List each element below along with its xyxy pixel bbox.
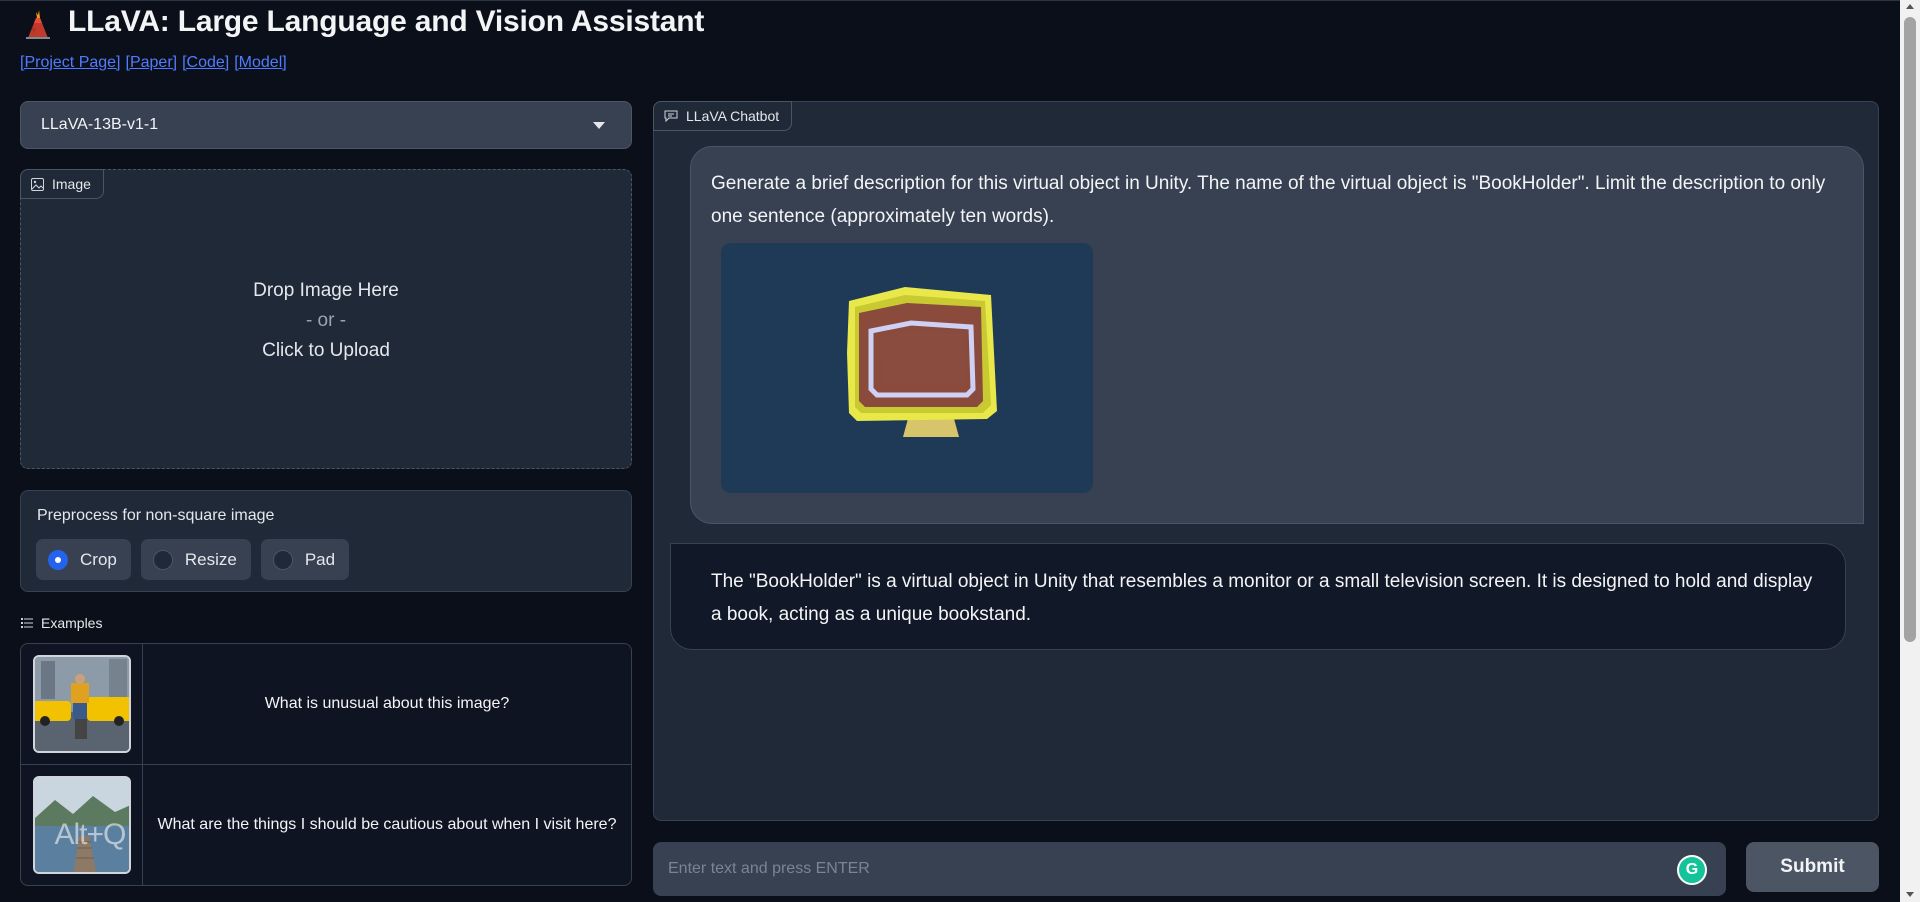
example-thumb-cell [21, 644, 143, 764]
example-thumbnail [32, 655, 131, 753]
example-text: What is unusual about this image? [264, 695, 510, 712]
message-input[interactable] [654, 843, 1725, 895]
radio-dot [272, 549, 293, 570]
user-message-text: Generate a brief description for this vi… [711, 173, 1826, 227]
model-dropdown[interactable]: LLaVA-13B-v1-1 [20, 101, 632, 149]
radio-resize-label: Resize [184, 549, 237, 569]
examples-label: Examples [41, 615, 103, 631]
top-border [0, 0, 1920, 1]
radio-resize[interactable]: Resize [140, 539, 251, 580]
scrollbar-thumb[interactable] [1904, 17, 1916, 642]
bookholder-render-image [721, 243, 1093, 493]
radio-dot [152, 549, 173, 570]
page-scrollbar[interactable] [1900, 0, 1920, 902]
example-thumb-cell: Alt+Q [21, 765, 143, 885]
chat-bubble-icon [664, 110, 678, 122]
example-text: What are the things I should be cautious… [157, 816, 617, 833]
examples-header: Examples [21, 615, 102, 631]
chatbot-label: LLaVA Chatbot [653, 101, 793, 131]
bot-message-text: The "BookHolder" is a virtual object in … [711, 571, 1813, 625]
radio-crop[interactable]: Crop [36, 539, 131, 580]
radio-dot-selected [48, 549, 68, 570]
upload-prompt[interactable]: Drop Image Here - or - Click to Upload [21, 276, 631, 366]
taxi-scene-image [34, 657, 129, 751]
model-dropdown-value: LLaVA-13B-v1-1 [41, 116, 159, 133]
project-page-link[interactable]: [Project Page] [20, 54, 121, 72]
uploaded-image-preview[interactable] [721, 243, 1093, 493]
radio-pad[interactable]: Pad [260, 539, 350, 580]
image-label: Image [20, 169, 104, 199]
radio-crop-label: Crop [80, 549, 117, 569]
image-icon [31, 177, 44, 191]
chevron-down-icon [593, 121, 605, 129]
message-input-box: G [653, 842, 1726, 896]
image-upload-area[interactable]: Image Drop Image Here - or - Click to Up… [20, 169, 632, 469]
paper-link[interactable]: [Paper] [126, 54, 178, 72]
model-link[interactable]: [Model] [234, 54, 286, 72]
preprocess-group: Preprocess for non-square image Crop Res… [20, 490, 632, 592]
app-title: LLaVA: Large Language and Vision Assista… [68, 5, 705, 38]
drop-image-text: Drop Image Here [253, 280, 399, 301]
header-links: [Project Page] [Paper] [Code] [Model] [20, 54, 287, 72]
scroll-up-icon[interactable] [1906, 4, 1914, 9]
grammarly-icon[interactable]: G [1677, 855, 1707, 885]
user-message: Generate a brief description for this vi… [690, 146, 1864, 524]
scroll-down-icon[interactable] [1906, 892, 1914, 897]
shortcut-overlay: Alt+Q [54, 818, 127, 851]
app-header: LLaVA: Large Language and Vision Assista… [20, 2, 704, 42]
bot-message: The "BookHolder" is a virtual object in … [670, 543, 1846, 650]
chatbot-panel: LLaVA Chatbot Generate a brief descripti… [653, 101, 1879, 821]
radio-pad-label: Pad [304, 549, 336, 569]
preprocess-options: Crop Resize Pad [36, 539, 350, 580]
list-icon [21, 618, 33, 628]
click-upload-text: Click to Upload [262, 340, 390, 361]
image-label-text: Image [52, 176, 91, 192]
preprocess-label: Preprocess for non-square image [37, 507, 275, 524]
chatbot-label-text: LLaVA Chatbot [686, 108, 780, 124]
example-thumbnail: Alt+Q [32, 776, 131, 874]
or-text: - or - [305, 310, 347, 331]
examples-table: What is unusual about this image? Alt+Q … [20, 643, 632, 886]
example-row[interactable]: What is unusual about this image? [21, 644, 631, 765]
code-link[interactable]: [Code] [182, 54, 229, 72]
volcano-icon [26, 10, 50, 39]
submit-button[interactable]: Submit [1746, 842, 1879, 892]
example-row[interactable]: Alt+Q What are the things I should be ca… [21, 765, 631, 885]
